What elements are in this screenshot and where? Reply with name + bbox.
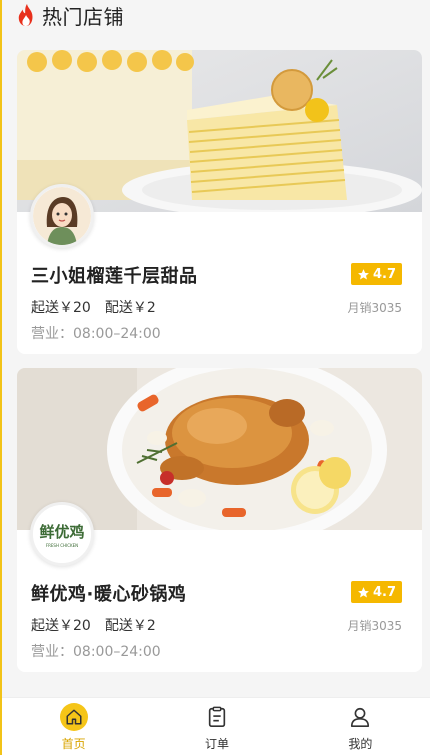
shop-card[interactable]: 三小姐榴莲千层甜品 4.7 起送￥20 配送￥2 月销3035 营业：08:00… xyxy=(17,50,422,354)
tab-profile[interactable]: 我的 xyxy=(289,698,430,755)
logo-subtext: FRESH CHICKEN xyxy=(46,543,78,548)
rating-value: 4.7 xyxy=(372,266,396,282)
min-order: 起送￥20 xyxy=(31,618,91,634)
delivery-fee: 配送￥2 xyxy=(104,618,156,634)
star-icon xyxy=(358,268,369,279)
home-icon xyxy=(59,703,88,731)
shop-name[interactable]: 鲜优鸡·暖心砂锅鸡 xyxy=(31,580,186,606)
star-icon xyxy=(358,586,369,597)
tab-label: 订单 xyxy=(204,737,229,751)
section-title: 热门店铺 xyxy=(42,4,124,29)
business-hours: 营业：08:00–24:00 xyxy=(31,644,161,660)
shop-card[interactable]: 鲜优鸡 FRESH CHICKEN 鲜优鸡·暖心砂锅鸡 4.7 起送￥20 配送… xyxy=(17,368,422,672)
delivery-fee: 配送￥2 xyxy=(104,300,156,316)
order-icon xyxy=(203,703,231,731)
business-hours: 营业：08:00–24:00 xyxy=(31,326,161,342)
tab-home[interactable]: 首页 xyxy=(2,698,145,755)
shop-logo xyxy=(30,184,94,248)
rating-badge: 4.7 xyxy=(350,263,402,285)
shop-logo: 鲜优鸡 FRESH CHICKEN xyxy=(30,502,94,566)
tab-orders[interactable]: 订单 xyxy=(145,698,288,755)
monthly-sales: 月销3035 xyxy=(347,619,402,633)
delivery-info: 起送￥20 配送￥2 xyxy=(31,615,156,635)
bottom-tab-bar: 首页 订单 我的 xyxy=(2,697,430,755)
rating-value: 4.7 xyxy=(372,584,396,600)
fire-icon xyxy=(18,4,33,26)
rating-badge: 4.7 xyxy=(350,581,402,603)
monthly-sales: 月销3035 xyxy=(347,301,402,315)
shop-name[interactable]: 三小姐榴莲千层甜品 xyxy=(31,262,198,288)
tab-label: 首页 xyxy=(61,737,86,751)
min-order: 起送￥20 xyxy=(31,300,91,316)
logo-text: 鲜优鸡 xyxy=(39,523,84,541)
profile-icon xyxy=(346,703,374,731)
tab-label: 我的 xyxy=(348,737,373,751)
section-header: 热门店铺 xyxy=(16,0,124,30)
delivery-info: 起送￥20 配送￥2 xyxy=(31,297,156,317)
